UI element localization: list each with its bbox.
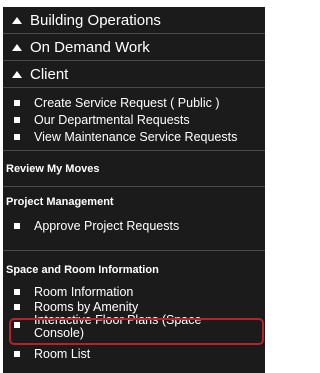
menu-item-room-information[interactable]: Room Information (3, 284, 265, 299)
menu-item-label: Interactive Floor Plans (Space Console) (34, 313, 202, 340)
bullet-square-icon (14, 350, 20, 357)
menu-item-room-list[interactable]: Room List (3, 346, 265, 361)
bullet-square-icon (14, 322, 20, 328)
section-label: On Demand Work (30, 38, 150, 56)
divider (3, 186, 265, 187)
section-building-operations[interactable]: Building Operations (3, 9, 265, 31)
menu-item-interactive-floor-plans[interactable]: Interactive Floor Plans (Space Console) (3, 314, 265, 340)
bullet-square-icon (14, 133, 20, 140)
menu-item-rooms-by-amenity[interactable]: Rooms by Amenity (3, 299, 265, 314)
divider (3, 60, 265, 61)
menu-item-label: Our Departmental Requests (34, 112, 190, 127)
section-label: Client (30, 65, 69, 83)
heading-project-management: Project Management (6, 196, 114, 208)
bullet-square-icon (14, 303, 20, 310)
heading-space-and-room-information: Space and Room Information (6, 264, 159, 276)
menu-item-label: Rooms by Amenity (34, 299, 139, 314)
menu-item-label: Create Service Request ( Public ) (34, 95, 220, 110)
bullet-square-icon (14, 222, 20, 229)
divider (3, 150, 265, 151)
section-label: Building Operations (30, 11, 161, 29)
menu-item-approve-project-requests[interactable]: Approve Project Requests (3, 218, 265, 233)
divider (3, 33, 265, 34)
bullet-square-icon (14, 116, 20, 123)
menu-item-label: View Maintenance Service Requests (34, 129, 238, 144)
divider (3, 250, 265, 251)
section-on-demand-work[interactable]: On Demand Work (3, 36, 265, 58)
menu-item-view-maintenance-requests[interactable]: View Maintenance Service Requests (3, 129, 265, 144)
menu-item-create-service-request[interactable]: Create Service Request ( Public ) (3, 95, 265, 110)
section-client[interactable]: Client (3, 63, 265, 85)
bullet-square-icon (14, 288, 20, 295)
navigation-menu: Building Operations On Demand Work Clien… (3, 7, 265, 373)
menu-item-label: Room Information (34, 284, 134, 299)
triangle-up-icon (12, 43, 22, 51)
menu-item-our-departmental-requests[interactable]: Our Departmental Requests (3, 112, 265, 127)
heading-review-my-moves[interactable]: Review My Moves (6, 163, 100, 176)
divider (3, 87, 265, 88)
menu-item-label: Room List (34, 346, 91, 361)
bullet-square-icon (14, 99, 20, 106)
menu-item-label: Approve Project Requests (34, 218, 180, 233)
triangle-up-icon (12, 16, 22, 24)
triangle-up-icon (12, 70, 22, 78)
